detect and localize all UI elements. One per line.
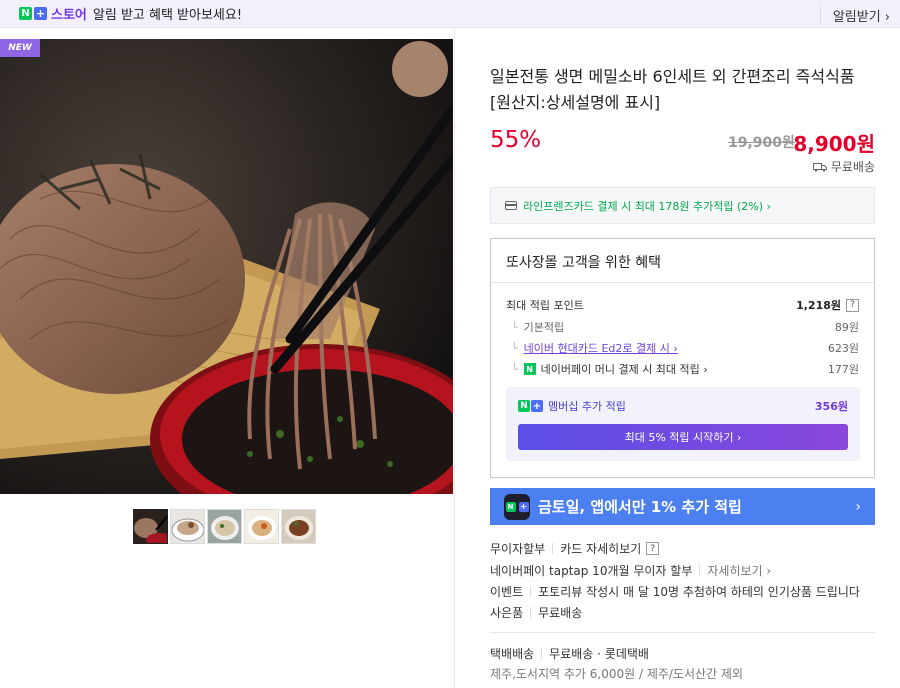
product-main-image: NEW <box>0 39 453 494</box>
hyundai-card-link[interactable]: 네이버 현대카드 Ed2로 결제 시 › <box>524 342 678 355</box>
sale-price: 8,900원 <box>793 132 875 156</box>
notification-banner: N + 스토어 알림 받고 혜택 받아보세요! 알림받기 › <box>0 0 900 28</box>
naver-plus-store-logo: N + 스토어 <box>19 4 87 23</box>
installment-row: 무이자할부 카드 자세히보기 ? <box>490 540 660 557</box>
naver-n-icon: N <box>19 7 32 20</box>
membership-label: 멤버십 추가 적립 <box>548 400 626 413</box>
product-title: 일본전통 생면 메밀소바 6인세트 외 간편조리 즉석식품 [원산지:상세설명에… <box>490 67 855 112</box>
delivery-text: 무료배송 · 롯데택배 <box>549 647 649 661</box>
gift-label: 사은품 <box>490 606 524 620</box>
benefit-row-value: 623원 <box>827 342 859 355</box>
benefit-panel: 또사장몰 고객을 위한 혜택 최대 적립 포인트 1,218원 ? └ 기본적립 … <box>490 238 875 478</box>
promo-text: 금토일, 앱에서만 1% 추가 적립 <box>538 498 742 516</box>
new-badge: NEW <box>0 39 40 57</box>
soba-noodle-photo <box>0 39 453 494</box>
help-icon[interactable]: ? <box>846 298 859 312</box>
column-divider <box>454 28 455 688</box>
naver-plus-icon: N + <box>518 400 543 412</box>
thumbnail-1[interactable] <box>133 509 168 544</box>
truck-icon <box>812 162 827 172</box>
thumbnail-3[interactable] <box>207 509 242 544</box>
shipping-info: 무료배송 <box>812 158 875 175</box>
max-point-value: 1,218원 <box>796 299 841 312</box>
gift-text: 무료배송 <box>538 606 583 620</box>
section-divider <box>490 632 875 633</box>
thumbnail-5[interactable] <box>281 509 316 544</box>
delivery-extra-row: 제주,도서지역 추가 6,000원 / 제주/도서산간 제외 <box>490 665 743 682</box>
shipping-label: 무료배송 <box>830 160 875 174</box>
benefit-row-npay-money[interactable]: └ N 네이버페이 머니 결제 시 최대 적립 › 177원 <box>511 361 859 377</box>
thumbnail-4[interactable] <box>244 509 279 544</box>
delivery-row: 택배배송 무료배송 · 롯데택배 <box>490 645 649 662</box>
benefit-row-label: 기본적립 <box>523 321 565 334</box>
event-text: 포토리뷰 작성시 매 달 10명 추첨하여 하테의 인기상품 드립니다 <box>538 585 860 599</box>
thumbnail-2[interactable] <box>170 509 205 544</box>
banner-message: 알림 받고 혜택 받아보세요! <box>92 8 243 23</box>
benefit-row-hyundai-card[interactable]: └ 네이버 현대카드 Ed2로 결제 시 › 623원 <box>511 340 859 356</box>
plus-icon: + <box>34 7 47 20</box>
npay-detail-link[interactable]: 자세히보기 › <box>707 562 771 579</box>
card-offer-text: 라인프렌즈카드 결제 시 최대 178원 추가적립 (2%) › <box>523 199 771 213</box>
gift-row: 사은품 무료배송 <box>490 604 582 621</box>
benefit-header: 또사장몰 고객을 위한 혜택 <box>491 239 874 283</box>
store-label: 스토어 <box>51 8 87 23</box>
benefit-row-value: 177원 <box>827 363 859 376</box>
original-price: 19,900원 <box>728 135 795 151</box>
npay-money-label[interactable]: 네이버페이 머니 결제 시 최대 적립 › <box>541 361 708 377</box>
npay-icon: N <box>523 363 536 375</box>
weekend-app-promo-banner[interactable]: N + 금토일, 앱에서만 1% 추가 적립 › <box>490 488 875 525</box>
membership-value: 356원 <box>814 400 848 413</box>
npay-installment-text: 네이버페이 taptap 10개월 무이자 할부 <box>490 564 693 578</box>
event-row: 이벤트 포토리뷰 작성시 매 달 10명 추첨하여 하테의 인기상품 드립니다 <box>490 583 860 600</box>
discount-rate: 55% <box>490 127 542 153</box>
delivery-extra-text: 제주,도서지역 추가 6,000원 / 제주/도서산간 제외 <box>490 667 744 681</box>
card-detail-link[interactable]: 카드 자세히보기 <box>560 540 641 557</box>
thumbnail-strip <box>133 509 316 544</box>
membership-box: N + 멤버십 추가 적립 356원 최대 5% 적립 시작하기 › <box>506 387 860 461</box>
max-point-label: 최대 적립 포인트 <box>506 299 584 312</box>
notification-subscribe-button[interactable]: 알림받기 › <box>819 6 890 25</box>
chevron-right-icon: › <box>855 498 861 515</box>
installment-label: 무이자할부 <box>490 542 546 556</box>
event-label: 이벤트 <box>490 585 524 599</box>
naver-plus-app-icon: N + <box>504 493 530 520</box>
card-offer-banner[interactable]: 라인프렌즈카드 결제 시 최대 178원 추가적립 (2%) › <box>490 187 875 224</box>
delivery-label: 택배배송 <box>490 647 535 661</box>
help-icon[interactable]: ? <box>646 542 660 555</box>
benefit-row-basic: └ 기본적립 89원 <box>511 321 859 334</box>
membership-start-button[interactable]: 최대 5% 적립 시작하기 › <box>518 424 848 450</box>
benefit-row-value: 89원 <box>834 321 859 334</box>
npay-installment-row: 네이버페이 taptap 10개월 무이자 할부 자세히보기 › <box>490 562 771 579</box>
credit-card-icon <box>505 201 517 210</box>
max-point-row: 최대 적립 포인트 1,218원 ? <box>506 297 859 313</box>
